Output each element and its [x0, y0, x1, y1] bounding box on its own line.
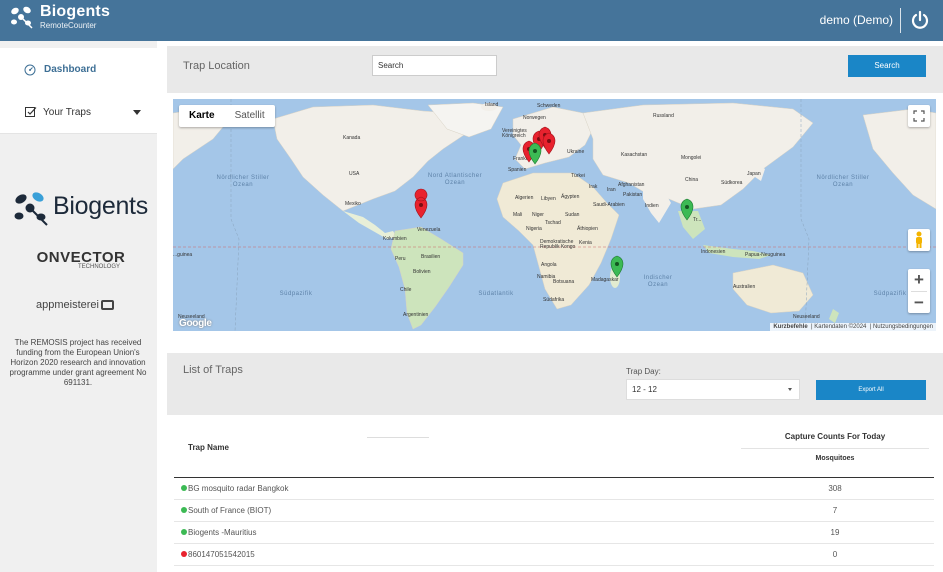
- map-attribution: Kurzbefehle | Kartendaten ©2024 | Nutzun…: [770, 323, 936, 331]
- funding-notice: The REMOSIS project has received funding…: [9, 338, 147, 387]
- mosquito-count-cell: 7: [832, 506, 838, 515]
- google-logo[interactable]: Google: [179, 318, 212, 329]
- trap-name-cell[interactable]: Biogents -Mauritius: [188, 528, 256, 537]
- trap-map[interactable]: Kanada USA Mexiko Venezuela Kolumbien Pe…: [173, 99, 936, 331]
- panel-title: List of Traps: [183, 364, 243, 376]
- list-of-traps-panel: List of Traps Trap Day: 12 - 12 Export A…: [167, 353, 943, 415]
- app-logo[interactable]: Biogents RemoteCounter: [8, 4, 110, 30]
- table-body: BG mosquito radar Bangkok 308 South of Fra…: [174, 478, 934, 566]
- sidebar-item-your-traps[interactable]: Your Traps: [0, 91, 157, 134]
- table-row[interactable]: Biogents -Mauritius 19: [174, 522, 934, 544]
- table-row[interactable]: BG mosquito radar Bangkok 308: [174, 478, 934, 500]
- trap-name-cell[interactable]: 860147051542015: [188, 550, 255, 559]
- dashboard-icon: [24, 64, 36, 75]
- table-header: Trap Name Capture Counts For Today Mosqu…: [174, 421, 934, 478]
- mosquito-logo-icon: [14, 192, 48, 226]
- pegman-icon: [916, 231, 922, 248]
- keyboard-shortcuts-link[interactable]: Kurzbefehle: [773, 324, 807, 330]
- map-pin-red-icon[interactable]: [414, 188, 428, 219]
- trap-day-label: Trap Day:: [626, 367, 661, 376]
- column-header-capture-counts: Capture Counts For Today: [784, 432, 886, 441]
- map-pin-green-icon[interactable]: [680, 198, 694, 221]
- trap-day-value: 12 - 12: [632, 385, 657, 394]
- terms-link[interactable]: Nutzungsbedingungen: [873, 324, 933, 330]
- mosquito-count-cell: 308: [828, 484, 842, 493]
- power-icon[interactable]: [909, 9, 931, 31]
- chevron-down-icon: [133, 110, 141, 115]
- status-online-icon: [181, 529, 187, 535]
- sidebar-item-label: Dashboard: [44, 64, 97, 75]
- street-view-pegman-button[interactable]: [908, 229, 930, 251]
- panel-title: Trap Location: [183, 60, 250, 72]
- mosquito-logo-icon: [11, 6, 33, 29]
- status-online-icon: [181, 485, 187, 491]
- user-label[interactable]: demo (Demo): [820, 13, 893, 27]
- biogents-wordmark: Biogents: [53, 192, 148, 220]
- mosquito-count-cell: 0: [832, 550, 838, 559]
- onvector-logo: ONVECTOR TECHNOLOGY: [36, 249, 126, 270]
- appmeisterei-wordmark: appmeisterei: [36, 299, 99, 311]
- brand-name: Biogents: [40, 3, 111, 20]
- brand-subtitle: RemoteCounter: [40, 21, 97, 30]
- tablet-icon: [100, 300, 114, 310]
- status-offline-icon: [181, 551, 187, 557]
- search-input[interactable]: Search: [372, 55, 497, 76]
- chevron-down-icon: [788, 388, 792, 391]
- mosquito-count-cell: 19: [830, 528, 840, 537]
- map-pin-green-icon[interactable]: [610, 255, 624, 278]
- column-header-trap-name[interactable]: Trap Name: [188, 443, 229, 452]
- fullscreen-icon: [913, 110, 925, 122]
- header-divider: [900, 8, 901, 33]
- zoom-control: + −: [908, 269, 930, 313]
- zoom-in-button[interactable]: +: [908, 269, 930, 291]
- column-header-mosquitoes[interactable]: Mosquitoes: [741, 455, 929, 462]
- trap-name-cell[interactable]: South of France (BIOT): [188, 506, 271, 515]
- sidebar: Dashboard Your Traps Biogents ONVECTOR T…: [0, 41, 157, 572]
- table-row[interactable]: South of France (BIOT) 7: [174, 500, 934, 522]
- trap-location-panel: Trap Location Search Search: [167, 46, 943, 93]
- trap-day-select[interactable]: 12 - 12: [626, 379, 800, 400]
- map-data-text: Kartendaten ©2024: [814, 324, 867, 330]
- export-all-button[interactable]: Export All: [816, 380, 926, 400]
- header-divider: [367, 437, 429, 438]
- status-online-icon: [181, 507, 187, 513]
- search-button[interactable]: Search: [848, 55, 926, 77]
- fullscreen-button[interactable]: [908, 105, 930, 127]
- sidebar-item-label: Your Traps: [43, 106, 91, 118]
- checkbox-icon: [25, 107, 37, 117]
- map-type-map-button[interactable]: Karte: [179, 105, 225, 127]
- trap-markers: [414, 126, 694, 278]
- appmeisterei-logo: appmeisterei: [36, 299, 114, 311]
- biogents-logo: Biogents: [10, 186, 150, 230]
- top-bar: Biogents RemoteCounter demo (Demo): [0, 0, 943, 41]
- map-type-control: Karte Satellit: [179, 105, 275, 127]
- map-pin-red-icon[interactable]: [542, 132, 556, 155]
- map-type-satellite-button[interactable]: Satellit: [225, 105, 275, 127]
- map-pin-green-icon[interactable]: [528, 142, 542, 165]
- traps-table: Trap Name Capture Counts For Today Mosqu…: [174, 421, 934, 566]
- header-divider: [741, 448, 929, 449]
- sidebar-item-dashboard[interactable]: Dashboard: [0, 48, 157, 91]
- table-row[interactable]: 860147051542015 0: [174, 544, 934, 566]
- zoom-out-button[interactable]: −: [908, 292, 930, 314]
- trap-name-cell[interactable]: BG mosquito radar Bangkok: [188, 484, 289, 493]
